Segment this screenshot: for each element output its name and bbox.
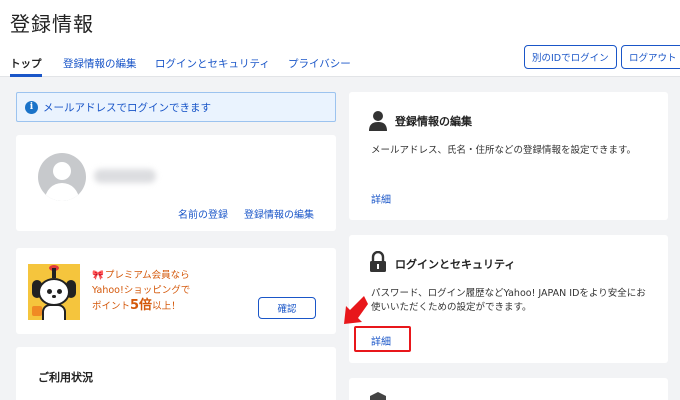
tab-privacy[interactable]: プライバシー (288, 56, 351, 77)
edit-info-link[interactable]: 登録情報の編集 (244, 206, 314, 221)
premium-card: 🎀プレミアム会員なら Yahoo!ショッピングで ポイント5倍以上！ 確認 (16, 248, 336, 334)
info-banner: i メールアドレスでログインできます (16, 92, 336, 122)
page-title: 登録情報 (10, 12, 94, 36)
masked-user-name (94, 169, 156, 183)
premium-confirm-button[interactable]: 確認 (258, 297, 316, 319)
edit-info-title: 登録情報の編集 (395, 115, 472, 128)
edit-info-description: メールアドレス、氏名・住所などの登録情報を設定できます。 (371, 145, 637, 156)
premium-promo-text: 🎀プレミアム会員なら Yahoo!ショッピングで ポイント5倍以上！ (92, 270, 191, 313)
profile-card: 名前の登録 登録情報の編集 (16, 135, 336, 231)
tab-edit-info[interactable]: 登録情報の編集 (63, 56, 137, 77)
name-register-link[interactable]: 名前の登録 (178, 206, 228, 221)
info-banner-text: メールアドレスでログインできます (43, 101, 211, 114)
red-arrow-annotation (344, 296, 368, 324)
lock-icon (370, 251, 386, 272)
logout-button[interactable]: ログアウト (621, 45, 680, 69)
tab-login-security[interactable]: ログインとセキュリティ (155, 56, 270, 77)
edit-info-detail-link[interactable]: 詳細 (371, 191, 391, 206)
security-description: パスワード、ログイン履歴などYahoo! JAPAN IDをより安全にお 使いい… (371, 288, 646, 313)
security-title: ログインとセキュリティ (395, 258, 516, 271)
avatar (38, 153, 86, 201)
person-icon (369, 111, 387, 131)
usage-card: ご利用状況 (16, 347, 336, 400)
tab-top[interactable]: トップ (10, 56, 42, 77)
shield-icon (370, 392, 386, 400)
info-icon: i (25, 100, 38, 114)
mascot-image (28, 264, 80, 320)
ribbon-icon: 🎀 (92, 270, 104, 281)
page-header: 登録情報 トップ 登録情報の編集 ログインとセキュリティ プライバシー 別のID… (0, 0, 680, 77)
usage-title: ご利用状況 (38, 371, 93, 384)
privacy-card (349, 378, 668, 400)
edit-info-card: 登録情報の編集 メールアドレス、氏名・住所などの登録情報を設定できます。 詳細 (349, 92, 668, 220)
highlight-box-annotation (354, 326, 411, 352)
other-id-login-button[interactable]: 別のIDでログイン (524, 45, 617, 69)
